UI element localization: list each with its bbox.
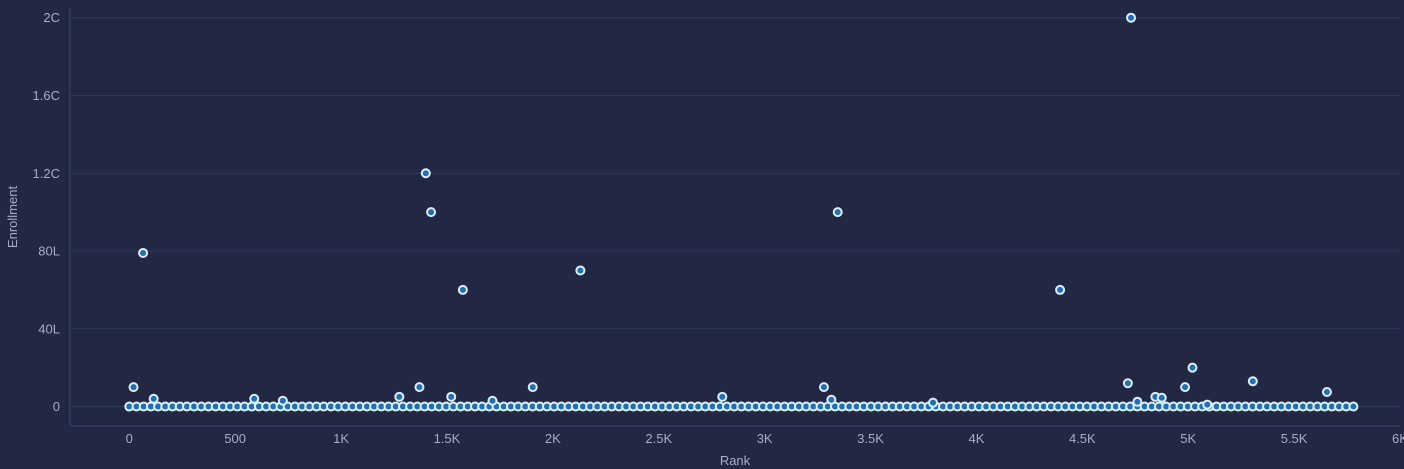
- data-point: [928, 397, 939, 408]
- x-axis-title: Rank: [720, 453, 751, 468]
- data-point: [457, 284, 468, 295]
- data-point: [527, 382, 538, 393]
- x-tick-label: 500: [224, 431, 246, 446]
- y-axis-ticks: 0 40L 80L 1.2C 1.6C 2C: [33, 10, 60, 414]
- y-tick-label: 2C: [43, 10, 60, 25]
- data-point: [128, 382, 139, 393]
- x-tick-label: 4K: [968, 431, 984, 446]
- data-point: [832, 207, 843, 218]
- data-point: [420, 168, 431, 179]
- data-point: [717, 391, 728, 402]
- data-point: [1202, 399, 1213, 410]
- data-point: [446, 391, 457, 402]
- y-tick-label: 1.2C: [33, 166, 60, 181]
- data-point: [148, 393, 159, 404]
- y-tick-label: 1.6C: [33, 88, 60, 103]
- data-point: [249, 393, 260, 404]
- data-point: [1122, 378, 1133, 389]
- data-point: [1126, 12, 1137, 23]
- data-point: [414, 382, 425, 393]
- data-point: [1247, 376, 1258, 387]
- y-axis-title: Enrollment: [5, 186, 20, 249]
- data-point: [138, 247, 149, 258]
- x-tick-label: 1.5K: [434, 431, 461, 446]
- x-tick-label: 6K: [1392, 431, 1404, 446]
- x-tick-label: 5K: [1180, 431, 1196, 446]
- data-point: [1055, 284, 1066, 295]
- x-tick-label: 2.5K: [645, 431, 672, 446]
- grid: [70, 17, 1400, 408]
- x-tick-label: 3.5K: [857, 431, 884, 446]
- data-point: [1187, 362, 1198, 373]
- x-tick-label: 3K: [757, 431, 773, 446]
- x-tick-label: 4.5K: [1069, 431, 1096, 446]
- data-point: [426, 207, 437, 218]
- data-point: [826, 394, 837, 405]
- x-axis-ticks: 0 500 1K 1.5K 2K 2.5K 3K 3.5K 4K 4.5K 5K 5.5K 6K: [126, 431, 1404, 446]
- y-tick-label: 0: [53, 399, 60, 414]
- x-tick-label: 0: [126, 431, 133, 446]
- data-point: [1156, 392, 1167, 403]
- y-tick-label: 80L: [38, 244, 60, 259]
- scatter-chart: 0 500 1K 1.5K 2K 2.5K 3K 3.5K 4K 4.5K 5K 5.5K 6K 0 40…: [5, 8, 1404, 468]
- data-point: [1348, 401, 1359, 412]
- data-point: [575, 265, 586, 276]
- data-points: [124, 12, 1359, 412]
- y-tick-label: 40L: [38, 321, 60, 336]
- x-tick-label: 2K: [545, 431, 561, 446]
- data-point: [487, 395, 498, 406]
- x-tick-label: 5.5K: [1281, 431, 1308, 446]
- data-point: [1180, 382, 1191, 393]
- data-point: [1321, 386, 1332, 397]
- data-point: [1132, 396, 1143, 407]
- data-point: [277, 395, 288, 406]
- data-point: [394, 391, 405, 402]
- x-tick-label: 1K: [333, 431, 349, 446]
- data-point: [818, 382, 829, 393]
